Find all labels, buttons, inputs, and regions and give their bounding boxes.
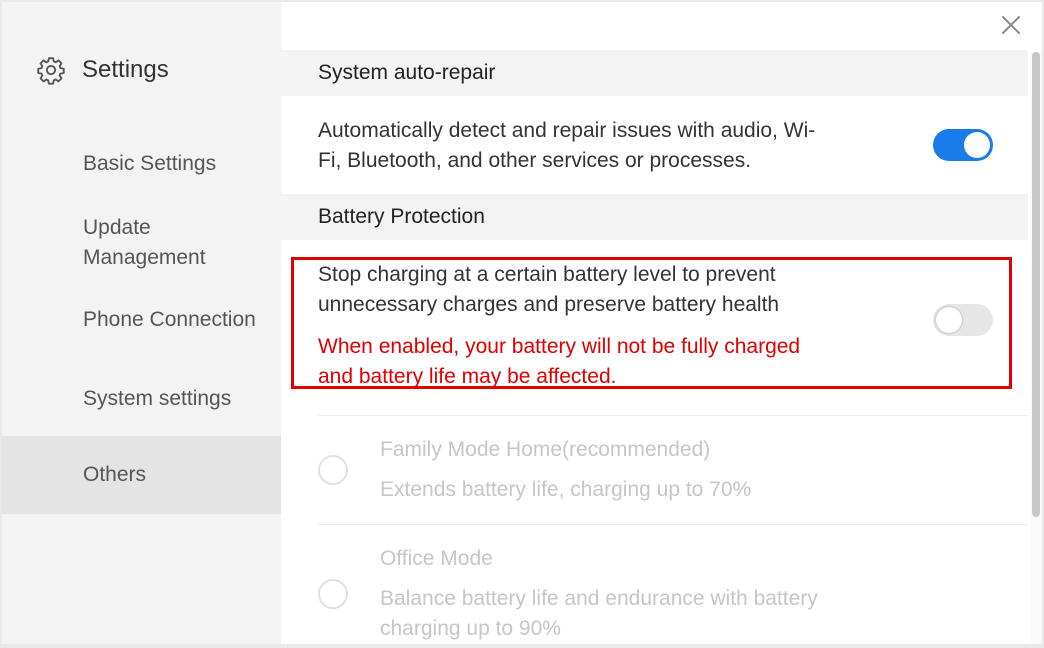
auto-repair-header: System auto-repair	[281, 50, 1028, 96]
battery-protection-warning-line: and battery life may be affected.	[318, 365, 617, 388]
battery-protection-toggle[interactable]	[933, 304, 993, 336]
settings-window: Settings Basic Settings Update Managemen…	[2, 2, 1042, 644]
settings-content: System auto-repair Automatically detect …	[281, 2, 1042, 644]
sidebar-item-system-settings[interactable]: System settings	[2, 384, 281, 414]
office-mode-title: Office Mode	[380, 547, 493, 570]
divider	[318, 524, 1028, 525]
battery-protection-description-line: unnecessary charges and preserve battery…	[318, 293, 780, 316]
auto-repair-description: Automatically detect and repair issues w…	[318, 116, 918, 176]
auto-repair-toggle[interactable]	[933, 129, 993, 161]
scrollbar[interactable]	[1030, 52, 1042, 644]
sidebar-item-basic-settings[interactable]: Basic Settings	[2, 149, 281, 179]
battery-protection-warning-line: When enabled, your battery will not be f…	[318, 335, 801, 358]
office-mode-description: Balance battery life and endurance with …	[380, 584, 818, 644]
divider	[318, 415, 1028, 416]
gear-icon	[37, 57, 65, 85]
family-mode-title: Family Mode Home(recommended)	[380, 438, 711, 461]
scrollbar-thumb[interactable]	[1032, 52, 1040, 517]
toggle-knob	[936, 307, 962, 333]
family-mode-radio[interactable]	[318, 455, 348, 485]
close-icon[interactable]	[998, 12, 1024, 38]
family-mode-description: Extends battery life, charging up to 70%	[380, 478, 752, 501]
office-mode-description-line: Balance battery life and endurance with …	[380, 587, 818, 610]
sidebar-item-phone-connection[interactable]: Phone Connection	[2, 305, 281, 335]
battery-protection-description-line: Stop charging at a certain battery level…	[318, 263, 776, 286]
office-mode-radio[interactable]	[318, 579, 348, 609]
sidebar: Settings Basic Settings Update Managemen…	[2, 2, 281, 644]
sidebar-title: Settings	[82, 56, 169, 83]
sidebar-item-others[interactable]: Others	[2, 436, 281, 514]
toggle-knob	[964, 132, 990, 158]
office-mode-description-line: charging up to 90%	[380, 617, 561, 640]
auto-repair-description-line: Automatically detect and repair issues w…	[318, 119, 816, 142]
battery-protection-warning: When enabled, your battery will not be f…	[318, 332, 918, 392]
auto-repair-description-line: Fi, Bluetooth, and other services or pro…	[318, 149, 752, 172]
battery-protection-description: Stop charging at a certain battery level…	[318, 260, 918, 320]
sidebar-header: Settings	[36, 52, 169, 88]
sidebar-item-update-management[interactable]: Update Management	[2, 213, 281, 273]
battery-protection-header: Battery Protection	[281, 194, 1028, 240]
